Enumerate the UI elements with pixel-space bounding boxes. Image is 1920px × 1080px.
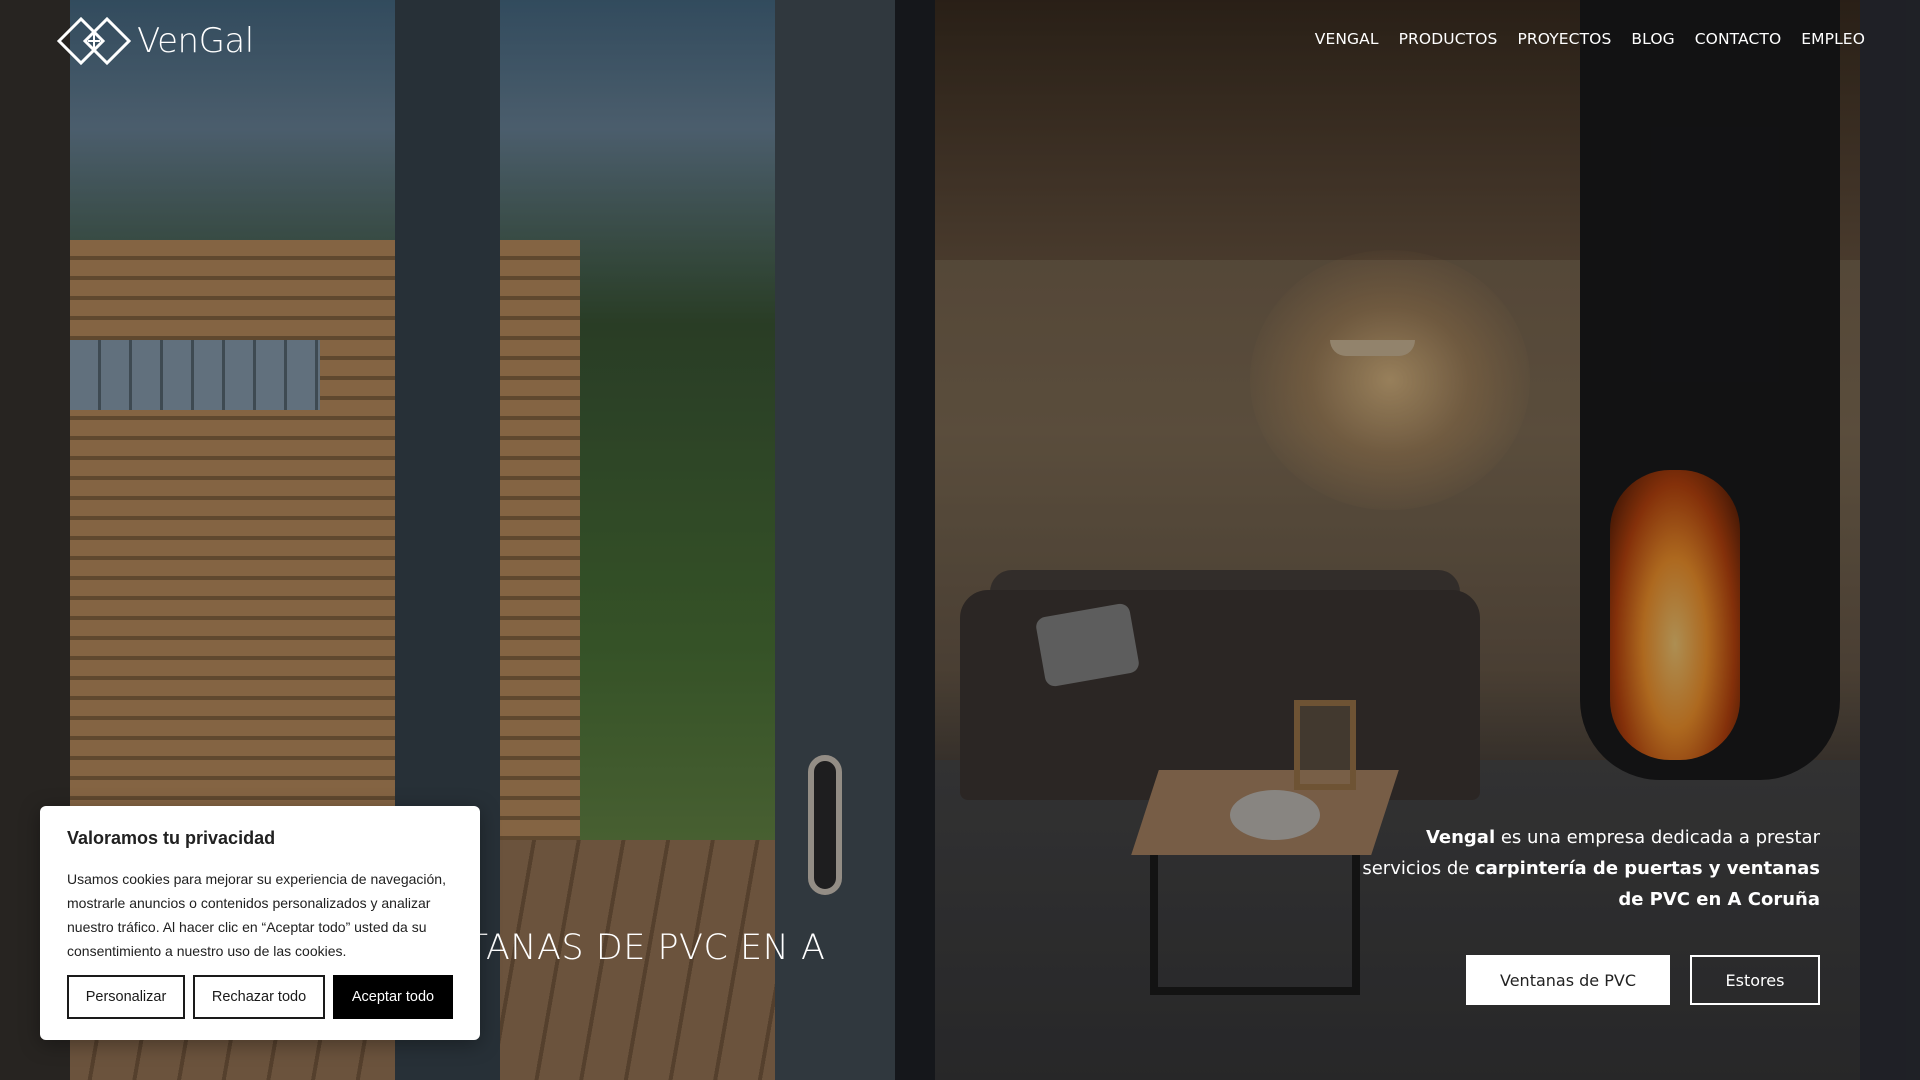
cookie-consent-banner: Valoramos tu privacidad Usamos cookies p… [40,806,480,1040]
nav-item-vengal[interactable]: VENGAL [1315,30,1379,48]
nav-item-productos[interactable]: PRODUCTOS [1399,30,1498,48]
diamond-logo-icon [55,15,135,67]
accept-all-button[interactable]: Aceptar todo [333,975,453,1019]
nav-item-empleo[interactable]: EMPLEO [1801,30,1865,48]
brand-name: VenGal [137,21,254,61]
estores-button[interactable]: Estores [1690,955,1820,1005]
nav-item-contacto[interactable]: CONTACTO [1695,30,1782,48]
hero-desc-highlight: carpintería de puertas y ventanas de PVC… [1475,858,1820,910]
cookie-buttons: Personalizar Rechazar todo Aceptar todo [67,975,453,1019]
cookie-text: Usamos cookies para mejorar su experienc… [67,871,446,959]
ventanas-pvc-button[interactable]: Ventanas de PVC [1466,955,1670,1005]
hero-desc-brand: Vengal [1425,827,1496,848]
main-navigation: VENGAL PRODUCTOS PROYECTOS BLOG CONTACTO… [1315,30,1865,48]
nav-item-proyectos[interactable]: PROYECTOS [1517,30,1611,48]
reject-all-button[interactable]: Rechazar todo [193,975,325,1019]
hero-description: Vengal es una empresa dedicada a prestar… [1350,822,1820,915]
cookie-title: Valoramos tu privacidad [67,828,276,848]
site-logo[interactable]: VenGal [55,15,254,67]
hero-title: NTANAS DE PVC EN A [440,928,826,968]
customize-button[interactable]: Personalizar [67,975,185,1019]
nav-item-blog[interactable]: BLOG [1631,30,1674,48]
